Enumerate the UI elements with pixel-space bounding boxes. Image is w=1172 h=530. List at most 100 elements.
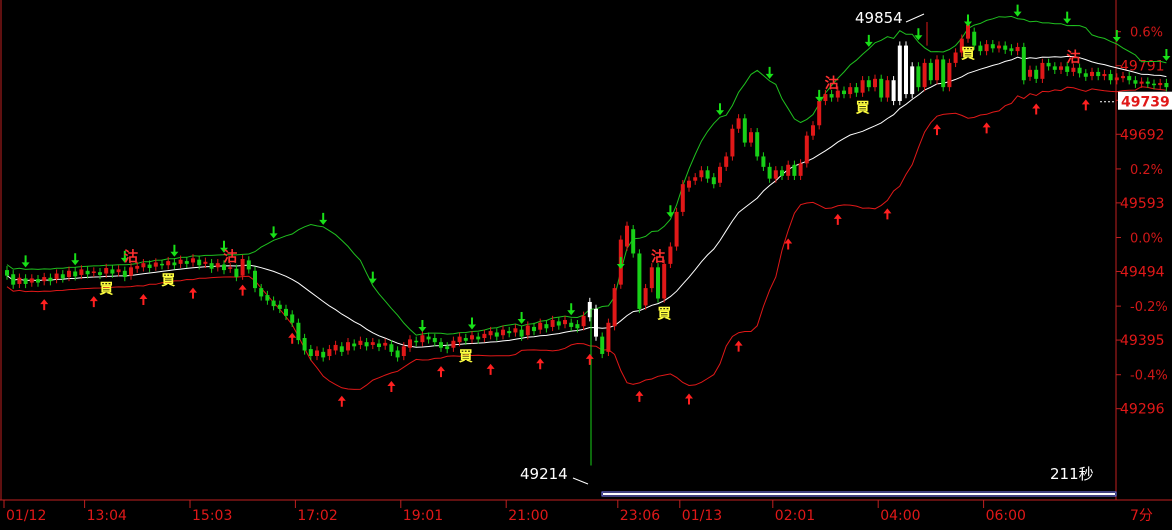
candle-body <box>699 170 704 178</box>
sell-arrow-icon <box>716 103 724 116</box>
trade-signal-label: 沽 <box>1066 49 1080 66</box>
trade-signal-label: 買 <box>657 307 672 323</box>
candle-body <box>538 322 543 330</box>
time-label: 23:06 <box>620 508 660 524</box>
candle-body <box>680 184 685 212</box>
candle-body <box>600 336 605 354</box>
candle-body <box>470 335 474 340</box>
buy-arrow-icon <box>288 332 297 344</box>
percent-label: 0.6% <box>1130 26 1163 41</box>
candle-body <box>941 59 946 88</box>
candle-body <box>997 45 1001 49</box>
candle-body <box>482 333 487 339</box>
period-label: 7分 <box>1130 508 1153 524</box>
candle-body <box>85 270 90 275</box>
candle-body <box>612 288 617 327</box>
candle-body <box>897 45 902 102</box>
candle-body <box>507 331 512 334</box>
candle-body <box>48 277 53 282</box>
candlestick-chart-panel[interactable]: 0.6%0.4%0.2%0.0%-0.2%-0.4%49791496924959… <box>0 0 1172 526</box>
candle-body <box>1083 73 1088 77</box>
candle-body <box>525 325 530 336</box>
buy-arrow-icon <box>189 287 197 299</box>
candle-body <box>501 329 505 336</box>
candle-body <box>73 271 78 277</box>
candle-body <box>60 274 65 279</box>
candle-body <box>11 274 16 285</box>
buy-arrow-icon <box>387 380 396 392</box>
candle-body <box>315 350 319 357</box>
upper-band-line <box>6 15 1167 336</box>
candle-body <box>1102 73 1107 77</box>
candle-body <box>1158 82 1163 86</box>
candle-body <box>1133 80 1138 84</box>
candle-body <box>383 342 388 346</box>
candle-body <box>141 263 146 268</box>
candle-body <box>625 225 629 247</box>
candle-body <box>389 344 394 352</box>
candle-body <box>308 349 313 357</box>
trade-signal-label: 沽 <box>223 248 237 265</box>
candle-body <box>209 263 214 269</box>
candle-body <box>1009 48 1014 52</box>
candle-body <box>129 267 133 276</box>
candle-body <box>848 87 853 95</box>
percent-label: 0.2% <box>1130 163 1163 178</box>
buy-arrow-icon <box>536 358 545 370</box>
candle-body <box>990 44 995 49</box>
candle-body <box>1152 83 1156 86</box>
candle-body <box>879 78 884 98</box>
candle-body <box>463 338 468 341</box>
buy-arrow-icon <box>1032 103 1041 115</box>
lower-band-line <box>6 86 1167 390</box>
candle-body <box>972 31 977 46</box>
price-label: 49494 <box>1120 264 1165 280</box>
candle-body <box>494 332 499 337</box>
candle-body <box>203 261 208 264</box>
candle-body <box>935 59 939 81</box>
candle-body <box>693 177 698 181</box>
time-label: 15:03 <box>192 508 232 524</box>
candle-body <box>674 211 679 247</box>
sell-arrow-icon <box>269 226 278 239</box>
percent-label: -0.4% <box>1130 369 1168 384</box>
price-chart-svg[interactable]: 0.6%0.4%0.2%0.0%-0.2%-0.4%49791496924959… <box>0 0 1172 526</box>
candle-body <box>556 321 561 326</box>
time-label: 01/13 <box>682 508 722 524</box>
candle-body <box>1059 66 1063 70</box>
percent-label: 0.0% <box>1130 232 1163 247</box>
buy-arrow-icon <box>933 124 941 136</box>
high-label-leader <box>905 13 925 23</box>
price-label: 49593 <box>1120 196 1165 212</box>
price-label: 49692 <box>1120 127 1165 143</box>
buy-arrow-icon <box>635 390 644 402</box>
candle-body <box>147 264 152 269</box>
candle-body <box>79 269 84 275</box>
sell-arrow-icon <box>170 244 179 257</box>
candle-body <box>910 66 915 95</box>
candle-body <box>581 315 586 327</box>
candle-body <box>532 326 536 332</box>
candle-body <box>637 253 642 309</box>
buy-arrow-icon <box>883 208 892 220</box>
candle-body <box>755 132 760 157</box>
candle-body <box>339 346 344 352</box>
trade-signal-label: 買 <box>856 101 871 117</box>
candle-body <box>1028 69 1032 77</box>
candle-body <box>823 94 828 102</box>
candle-body <box>643 288 648 306</box>
candle-body <box>1040 62 1045 79</box>
low-price-label: 49214 <box>520 465 568 483</box>
candle-body <box>246 260 251 270</box>
candle-body <box>891 80 896 102</box>
sell-arrow-icon <box>616 256 625 269</box>
candle-body <box>817 101 822 126</box>
bar-progress-fill <box>603 493 1115 495</box>
sell-arrow-icon <box>1013 4 1022 17</box>
candle-body <box>1052 66 1057 70</box>
candle-body <box>153 262 158 267</box>
sell-arrow-icon <box>864 34 873 47</box>
candle-body <box>928 62 933 81</box>
candle-body <box>513 328 518 333</box>
candle-body <box>984 44 989 52</box>
